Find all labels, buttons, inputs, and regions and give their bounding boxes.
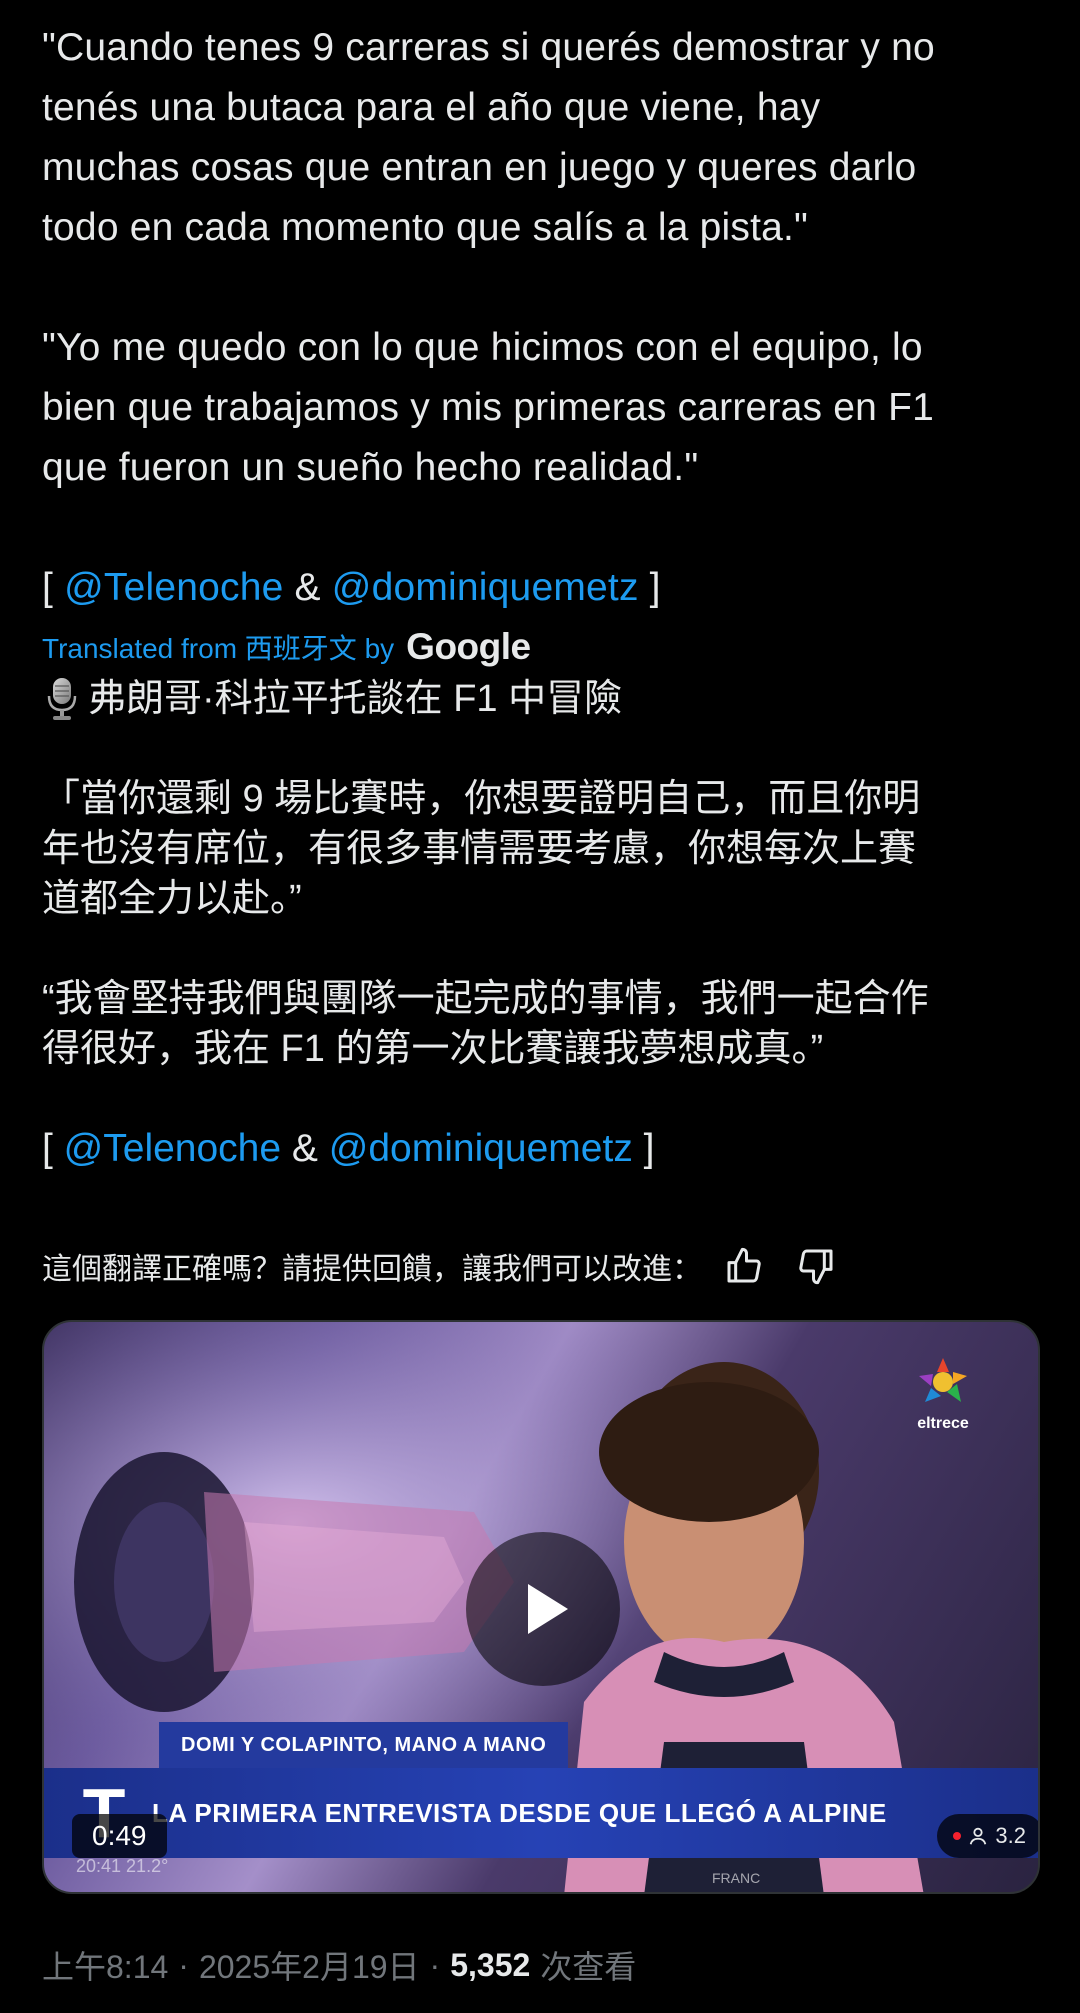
thumbs-up-icon[interactable] bbox=[714, 1236, 774, 1296]
channel-logo: eltrece bbox=[898, 1356, 988, 1436]
translated-title: 弗朗哥·科拉平托談在 F1 中冒險 bbox=[42, 674, 1038, 724]
mention-telenoche[interactable]: @Telenoche bbox=[64, 1127, 281, 1170]
tweet: "Cuando tenes 9 carreras si querés demos… bbox=[0, 0, 1080, 2013]
ampersand: & bbox=[281, 1127, 329, 1170]
tweet-date[interactable]: 2025年2月19日 bbox=[199, 1942, 420, 1988]
text-line: 得很好，我在 F1 的第一次比賽讓我夢想成真。” bbox=[42, 1028, 824, 1070]
text-line: 年也沒有席位，有很多事情需要考慮，你想每次上賽 bbox=[42, 828, 917, 870]
play-button[interactable] bbox=[466, 1532, 620, 1686]
text-line: bien que trabajamos y mis primeras carre… bbox=[42, 386, 934, 429]
viewer-count-pill: 3.2 bbox=[937, 1814, 1038, 1858]
video-duration: 0:49 bbox=[72, 1814, 167, 1858]
feedback-prompt: 這個翻譯正確嗎？請提供回饋，讓我們可以改進： bbox=[42, 1253, 702, 1286]
translation-feedback: 這個翻譯正確嗎？請提供回饋，讓我們可以改進： bbox=[42, 1236, 1038, 1296]
live-dot bbox=[953, 1832, 962, 1840]
tweet-original-text: "Cuando tenes 9 carreras si querés demos… bbox=[42, 0, 1038, 618]
person-icon bbox=[970, 1827, 987, 1845]
credit-bracket-open: [ bbox=[42, 566, 65, 609]
overlay-info: 20:41 21.2° bbox=[76, 1856, 169, 1876]
lower-third-subtitle: DOMI Y COLAPINTO, MANO A MANO bbox=[159, 1722, 569, 1768]
tweet-translated-text: 弗朗哥·科拉平托談在 F1 中冒險 「當你還剩 9 場比賽時，你想要證明自己，而… bbox=[42, 674, 1038, 1174]
lower-third-banner: T LA PRIMERA ENTREVISTA DESDE QUE LLEGÓ … bbox=[44, 1768, 1038, 1858]
mention-telenoche[interactable]: @Telenoche bbox=[64, 566, 283, 609]
viewer-count: 3.2 bbox=[995, 1823, 1026, 1848]
translated-title-text: 弗朗哥·科拉平托談在 F1 中冒險 bbox=[88, 678, 623, 720]
microphone-icon bbox=[42, 674, 82, 724]
credit-bracket-close: ] bbox=[638, 566, 661, 609]
credit-bracket-open: [ bbox=[42, 1127, 64, 1170]
text-line: "Yo me quedo con lo que hicimos con el e… bbox=[42, 326, 923, 369]
text-line: 道都全力以赴。” bbox=[42, 878, 302, 920]
text-line: todo en cada momento que salís a la pist… bbox=[42, 206, 809, 249]
ampersand: & bbox=[283, 566, 332, 609]
text-line: que fueron un sueño hecho realidad." bbox=[42, 446, 699, 489]
channel-name: eltrece bbox=[917, 1415, 969, 1432]
text-line: "Cuando tenes 9 carreras si querés demos… bbox=[42, 26, 935, 69]
mention-dominiquemetz[interactable]: @dominiquemetz bbox=[332, 566, 639, 609]
separator: · bbox=[178, 1946, 189, 1983]
text-line: “我會堅持我們與團隊一起完成的事情，我們一起合作 bbox=[42, 978, 929, 1020]
text-line: muchas cosas que entran en juego y quere… bbox=[42, 146, 917, 189]
tweet-time[interactable]: 上午8:14 bbox=[42, 1942, 168, 1988]
thumbs-down-icon[interactable] bbox=[786, 1236, 846, 1296]
google-logo: Google bbox=[406, 626, 531, 667]
play-icon bbox=[528, 1584, 568, 1634]
video-player[interactable]: eltrece DOMI Y COLAPINTO, MANO A MANO T … bbox=[42, 1320, 1040, 1894]
views-count: 5,352 bbox=[450, 1946, 531, 1983]
background-text: FRANC bbox=[712, 1870, 761, 1886]
mention-dominiquemetz[interactable]: @dominiquemetz bbox=[329, 1127, 633, 1170]
translated-from-label: Translated from 西班牙文 by bbox=[42, 633, 395, 664]
credit-bracket-close: ] bbox=[632, 1127, 655, 1170]
separator: · bbox=[429, 1946, 441, 1983]
translated-by[interactable]: Translated from 西班牙文 by Google bbox=[42, 624, 1038, 670]
text-line: 「當你還剩 9 場比賽時，你想要證明自己，而且你明 bbox=[42, 778, 921, 820]
video-headline: LA PRIMERA ENTREVISTA DESDE QUE LLEGÓ A … bbox=[152, 1797, 887, 1828]
credit-line: [ @Telenoche & @dominiquemetz ] bbox=[42, 558, 1038, 618]
views-label: 次查看 bbox=[540, 1949, 637, 1985]
tweet-meta: 上午8:14 · 2025年2月19日 · 5,352 次查看 bbox=[42, 1942, 636, 1988]
eltrece-logo-icon bbox=[919, 1358, 967, 1402]
credit-line: [ @Telenoche & @dominiquemetz ] bbox=[42, 1124, 1038, 1174]
text-line: tenés una butaca para el año que viene, … bbox=[42, 86, 821, 129]
